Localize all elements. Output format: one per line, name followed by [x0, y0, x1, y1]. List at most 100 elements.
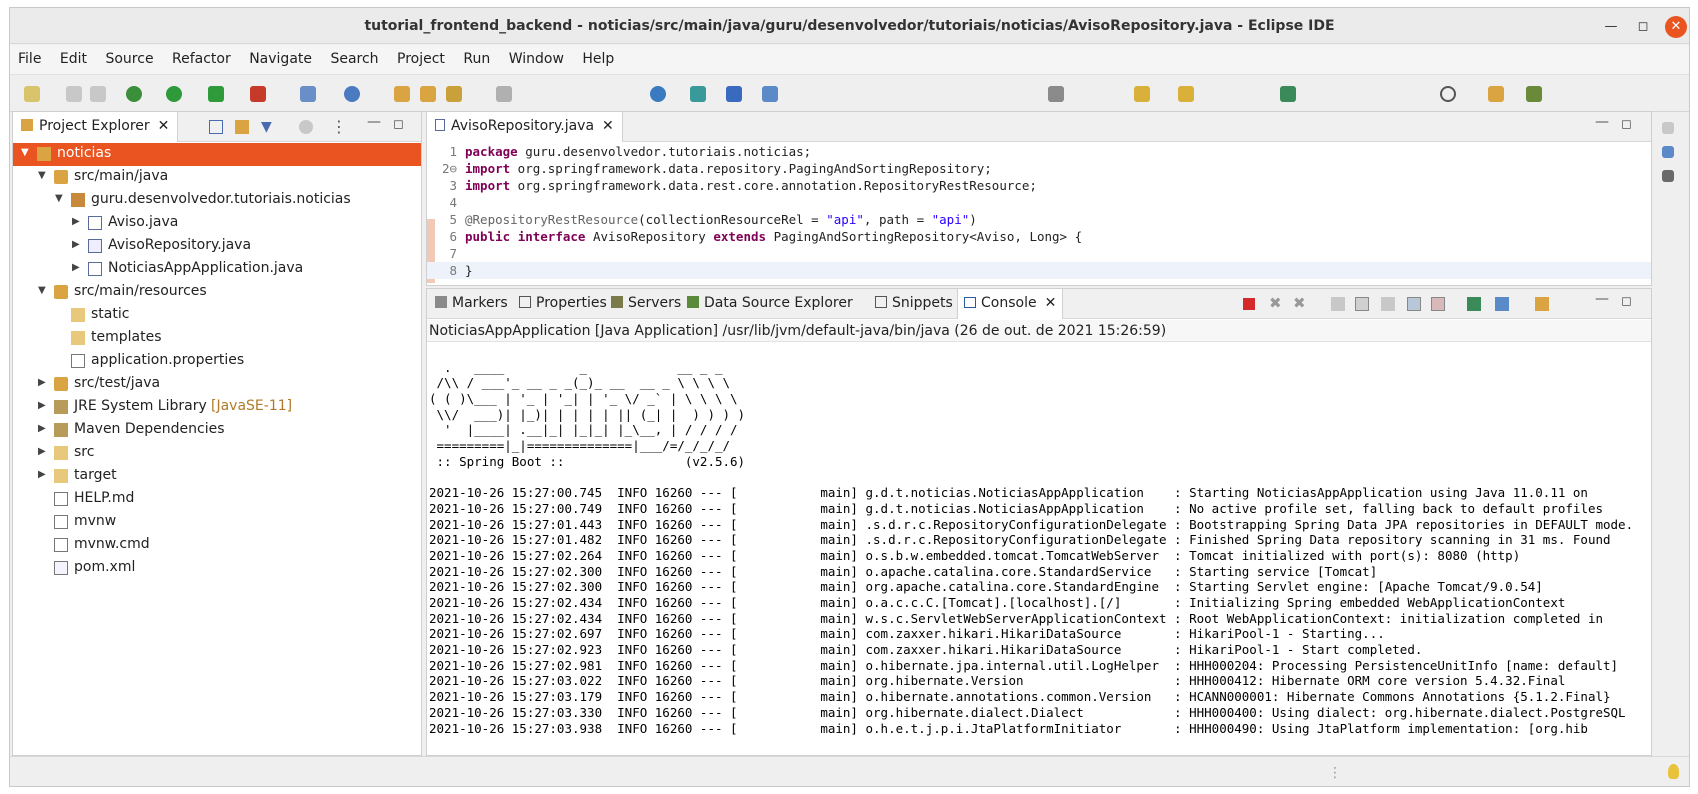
menu-source[interactable]: Source	[97, 45, 159, 67]
show-on-stdout-icon[interactable]	[1407, 297, 1421, 311]
tree-item[interactable]: ▼ guru.desenvolvedor.tutoriais.noticias	[13, 189, 421, 212]
tree-item[interactable]: pom.xml	[13, 557, 421, 580]
show-on-stderr-icon[interactable]	[1431, 297, 1445, 311]
chevron-down-icon[interactable]: ▼	[21, 147, 33, 158]
external-tools-icon[interactable]	[250, 86, 266, 102]
scroll-lock-icon[interactable]	[1355, 297, 1369, 311]
maximize-editor-icon[interactable]: ◻	[1621, 117, 1632, 132]
tab-markers[interactable]: Markers	[429, 289, 514, 319]
open-perspective-icon[interactable]	[1488, 86, 1504, 102]
java-ee-perspective-icon[interactable]	[1526, 86, 1542, 102]
word-wrap-icon[interactable]	[1381, 297, 1395, 311]
pin-icon[interactable]	[496, 86, 512, 102]
open-type-icon[interactable]	[394, 86, 410, 102]
globe-icon[interactable]	[650, 86, 666, 102]
menu-help[interactable]: Help	[574, 45, 620, 67]
tab-console[interactable]: Console ✕	[957, 289, 1064, 319]
search-icon[interactable]	[1440, 86, 1456, 102]
open-console-icon[interactable]	[1535, 297, 1549, 311]
task-list-icon[interactable]	[1662, 170, 1674, 182]
maximize-view-icon[interactable]: ◻	[393, 117, 404, 132]
remove-launch-icon[interactable]: ✖	[1269, 294, 1282, 312]
tab-aviso-repository[interactable]: AvisoRepository.java ✕	[427, 112, 623, 142]
tree-item[interactable]: ▶ Maven Dependencies	[13, 419, 421, 442]
terminate-icon[interactable]	[1243, 298, 1255, 310]
chevron-right-icon[interactable]: ▶	[72, 216, 84, 227]
chevron-right-icon[interactable]: ▶	[38, 446, 50, 457]
close-icon[interactable]: ✕	[1045, 295, 1057, 311]
display-console-icon[interactable]	[1495, 297, 1509, 311]
chevron-right-icon[interactable]: ▶	[72, 239, 84, 250]
menu-window[interactable]: Window	[501, 45, 570, 67]
tree-item[interactable]: ▶ Aviso.java	[13, 212, 421, 235]
view-menu-icon[interactable]	[299, 120, 313, 134]
new-class-icon[interactable]	[344, 86, 360, 102]
tree-item[interactable]: HELP.md	[13, 488, 421, 511]
close-icon[interactable]: ✕	[602, 118, 614, 134]
save-icon[interactable]	[66, 86, 82, 102]
close-icon[interactable]: ✕	[158, 118, 170, 134]
tree-item[interactable]: ▼ src/main/java	[13, 166, 421, 189]
chevron-right-icon[interactable]: ▶	[72, 262, 84, 273]
minimize-console-icon[interactable]: —	[1595, 291, 1609, 307]
tab-project-explorer[interactable]: Project Explorer ✕	[13, 112, 179, 142]
tree-item[interactable]: ▼ src/main/resources	[13, 281, 421, 304]
tip-lightbulb-icon[interactable]	[1668, 764, 1679, 779]
tree-item[interactable]: ▼ noticias	[13, 143, 421, 166]
menu-run[interactable]: Run	[455, 45, 496, 67]
minimize-editor-icon[interactable]: —	[1595, 114, 1609, 130]
pin-console-icon[interactable]	[1467, 297, 1481, 311]
save-all-icon[interactable]	[90, 86, 106, 102]
maximize-console-icon[interactable]: ◻	[1621, 294, 1632, 309]
menu-navigate[interactable]: Navigate	[241, 45, 318, 67]
next-annotation-icon[interactable]	[1048, 86, 1064, 102]
tree-item[interactable]: ▶ src	[13, 442, 421, 465]
chevron-down-icon[interactable]: ▼	[38, 170, 50, 181]
new-java-project-icon[interactable]	[300, 86, 316, 102]
back-icon[interactable]	[1134, 86, 1150, 102]
kebab-menu-icon[interactable]: ⋮	[331, 117, 347, 136]
clear-console-icon[interactable]	[1331, 297, 1345, 311]
filter-icon[interactable]: ▼	[261, 120, 272, 134]
menu-project[interactable]: Project	[389, 45, 451, 67]
tree-item[interactable]: ▶ target	[13, 465, 421, 488]
tree-item[interactable]: mvnw.cmd	[13, 534, 421, 557]
menu-edit[interactable]: Edit	[52, 45, 93, 67]
run-icon[interactable]	[166, 86, 182, 102]
link-editor-icon[interactable]	[235, 120, 249, 134]
remove-all-launches-icon[interactable]: ✖	[1293, 294, 1306, 312]
debug-icon[interactable]	[126, 86, 142, 102]
restore-icon[interactable]	[1662, 122, 1674, 134]
tree-item[interactable]: templates	[13, 327, 421, 350]
chevron-right-icon[interactable]: ▶	[38, 400, 50, 411]
search-tool-icon[interactable]	[762, 86, 778, 102]
outline-icon[interactable]	[1662, 146, 1674, 158]
chevron-right-icon[interactable]: ▶	[38, 423, 50, 434]
close-window-icon[interactable]: ✕	[1665, 16, 1687, 38]
minimize-icon[interactable]: —	[1600, 16, 1622, 38]
run-config-icon[interactable]	[208, 86, 224, 102]
tree-item[interactable]: ▶ AvisoRepository.java	[13, 235, 421, 258]
tab-servers[interactable]: Servers	[605, 289, 687, 319]
menu-search[interactable]: Search	[322, 45, 384, 67]
tree-item[interactable]: application.properties	[13, 350, 421, 373]
chevron-down-icon[interactable]: ▼	[38, 285, 50, 296]
chevron-right-icon[interactable]: ▶	[38, 377, 50, 388]
tab-properties[interactable]: Properties	[513, 289, 613, 319]
open-folder-icon[interactable]	[420, 86, 436, 102]
new-icon[interactable]	[24, 86, 40, 102]
pin-editor-icon[interactable]	[1280, 86, 1296, 102]
chevron-right-icon[interactable]: ▶	[38, 469, 50, 480]
tab-data-source-explorer[interactable]: Data Source Explorer	[681, 289, 859, 319]
console-output[interactable]: . ____ _ __ _ _ /\\ / ___'_ __ _ _(_)_ _…	[429, 344, 1647, 754]
tree-item[interactable]: ▶ NoticiasAppApplication.java	[13, 258, 421, 281]
forward-icon[interactable]	[1178, 86, 1194, 102]
console-toolbar-icon[interactable]	[726, 86, 742, 102]
minimize-view-icon[interactable]: —	[367, 114, 381, 130]
tree-item[interactable]: ▶ JRE System Library [JavaSE-11]	[13, 396, 421, 419]
collapse-all-icon[interactable]	[209, 120, 223, 134]
tab-snippets[interactable]: Snippets	[869, 289, 959, 319]
run-server-icon[interactable]	[690, 86, 706, 102]
pen-icon[interactable]	[446, 86, 462, 102]
menu-file[interactable]: File	[10, 45, 47, 67]
